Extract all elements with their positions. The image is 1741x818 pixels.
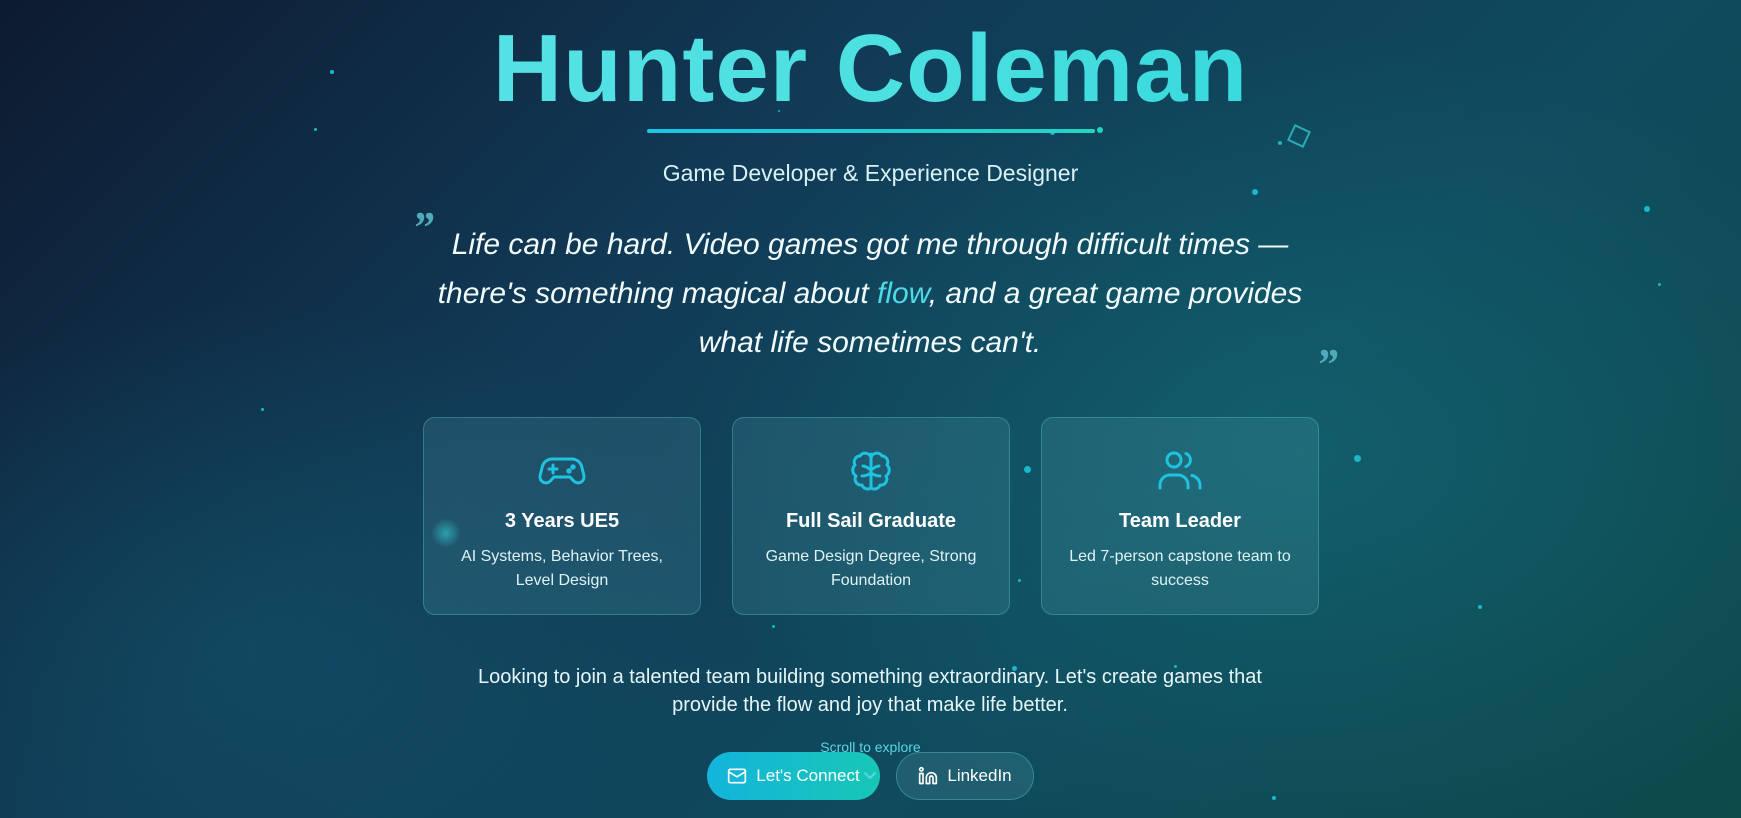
quote-highlight: flow xyxy=(877,277,929,310)
card-title: Full Sail Graduate xyxy=(785,510,957,532)
linkedin-button[interactable]: LinkedIn xyxy=(896,752,1034,800)
card-team-leader: Team Leader Led 7-person capstone team t… xyxy=(1041,417,1319,615)
hero-name: Hunter Coleman xyxy=(0,14,1741,124)
lets-connect-button[interactable]: Let's Connect xyxy=(707,752,880,800)
users-icon xyxy=(1158,451,1202,490)
card-description: Game Design Degree, Strong Foundation xyxy=(765,548,977,589)
card-description: Led 7-person capstone team to success xyxy=(1069,548,1291,589)
lets-connect-label: Let's Connect xyxy=(756,766,860,785)
scroll-hint[interactable]: Scroll to explore xyxy=(0,739,1741,755)
card-title: Team Leader xyxy=(1119,510,1241,532)
brain-icon xyxy=(851,451,891,491)
hero-subtitle: Game Developer & Experience Designer xyxy=(662,160,1079,186)
linkedin-icon xyxy=(919,766,938,785)
card-description: AI Systems, Behavior Trees, Level Design xyxy=(461,548,663,589)
gamepad-icon xyxy=(538,457,586,485)
decorative-diamond xyxy=(1287,124,1311,148)
card-full-sail: Full Sail Graduate Game Design Degree, S… xyxy=(732,417,1010,615)
title-underline xyxy=(647,129,1095,133)
underline-dot xyxy=(1097,127,1103,133)
mail-icon xyxy=(728,768,747,784)
pitch-text: Looking to join a talented team building… xyxy=(478,666,1262,716)
hero-quote: Life can be hard. Video games got me thr… xyxy=(420,220,1320,367)
card-title: 3 Years UE5 xyxy=(504,510,620,532)
card-ue5: 3 Years UE5 AI Systems, Behavior Trees, … xyxy=(423,417,701,615)
linkedin-label: LinkedIn xyxy=(947,766,1012,785)
quote-close-mark: ” xyxy=(1316,340,1338,389)
chevron-down-icon[interactable] xyxy=(862,767,878,783)
